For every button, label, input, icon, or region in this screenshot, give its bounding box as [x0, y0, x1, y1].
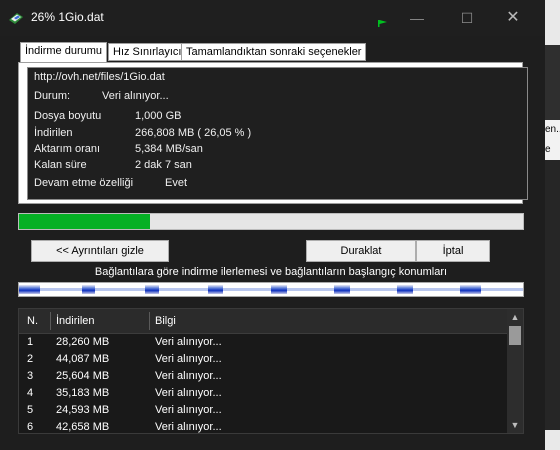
connection-segment	[208, 285, 223, 294]
connection-segment	[271, 285, 287, 294]
download-url: http://ovh.net/files/1Gio.dat	[34, 71, 165, 83]
state-value: Veri alınıyor...	[102, 90, 169, 102]
scrollbar-thumb[interactable]	[509, 326, 521, 345]
tab-on-completion-options[interactable]: Tamamlandıktan sonraki seçenekler	[181, 43, 367, 61]
cell-info: Veri alınıyor...	[155, 353, 222, 365]
vertical-scrollbar[interactable]: ▲ ▼	[507, 309, 523, 433]
state-label: Durum:	[34, 90, 71, 102]
downloaded-label: İndirilen	[34, 127, 73, 139]
resume-capability-label: Devam etme özelliği	[34, 177, 134, 189]
green-flag-icon	[378, 20, 387, 27]
background-window-panel	[545, 430, 560, 450]
maximize-button[interactable]: ☐	[452, 8, 482, 28]
table-row[interactable]: 1 28,260 MB Veri alınıyor...	[19, 334, 507, 351]
download-progress-fill	[19, 214, 151, 229]
hide-details-button[interactable]: << Ayrıntıları gizle	[31, 240, 169, 262]
background-window: en.. e	[545, 0, 560, 450]
cell-downloaded: 42,658 MB	[56, 421, 110, 433]
column-separator	[149, 312, 150, 330]
cell-number: 2	[27, 353, 34, 365]
time-left-label: Kalan süre	[34, 159, 87, 171]
cell-downloaded: 24,593 MB	[56, 404, 110, 416]
idm-download-icon	[9, 13, 23, 24]
cell-downloaded: 35,183 MB	[56, 387, 110, 399]
connection-segment	[145, 285, 159, 294]
table-header: N. İndirilen Bilgi	[19, 309, 507, 334]
tab-download-status[interactable]: İndirme durumu	[20, 42, 108, 63]
file-size-value: 1,000 GB	[135, 110, 182, 122]
time-left-value: 2 dak 7 san	[135, 159, 192, 171]
close-button[interactable]: ✕	[498, 8, 528, 28]
table-row[interactable]: 3 25,604 MB Veri alınıyor...	[19, 368, 507, 385]
transfer-rate-value: 5,384 MB/san	[135, 143, 203, 155]
cell-info: Veri alınıyor...	[155, 421, 222, 433]
scroll-down-arrow-icon[interactable]: ▼	[507, 417, 523, 433]
connection-segment	[82, 285, 95, 294]
cell-number: 6	[27, 421, 34, 433]
cell-number: 5	[27, 404, 34, 416]
connection-segment	[19, 285, 40, 294]
column-separator	[50, 312, 51, 330]
transfer-rate-label: Aktarım oranı	[34, 143, 101, 155]
cancel-button[interactable]: İptal	[416, 240, 490, 262]
title-bar: 26% 1Gio.dat — ☐ ✕	[0, 0, 545, 36]
cell-downloaded: 25,604 MB	[56, 370, 110, 382]
file-size-label: Dosya boyutu	[34, 110, 102, 122]
background-window-text: en.. e	[545, 120, 560, 160]
table-row[interactable]: 6 42,658 MB Veri alınıyor...	[19, 419, 507, 433]
cell-info: Veri alınıyor...	[155, 336, 222, 348]
window-title: 26% 1Gio.dat	[31, 10, 104, 24]
column-header-downloaded[interactable]: İndirilen	[56, 309, 95, 333]
cell-downloaded: 28,260 MB	[56, 336, 110, 348]
column-header-info[interactable]: Bilgi	[155, 309, 176, 333]
pause-button[interactable]: Duraklat	[306, 240, 416, 262]
tab-speed-limiter[interactable]: Hız Sınırlayıcı	[108, 43, 187, 61]
connection-segment	[334, 285, 350, 294]
cell-number: 1	[27, 336, 34, 348]
connection-segment	[397, 285, 413, 294]
minimize-button[interactable]: —	[402, 8, 432, 28]
connections-caption: Bağlantılara göre indirme ilerlemesi ve …	[94, 266, 448, 278]
cell-downloaded: 44,087 MB	[56, 353, 110, 365]
background-window-panel	[545, 0, 560, 45]
background-window-panel	[545, 160, 560, 430]
resume-capability-value: Evet	[165, 177, 188, 189]
download-progress-bar	[18, 213, 524, 230]
cell-number: 4	[27, 387, 34, 399]
cell-info: Veri alınıyor...	[155, 370, 222, 382]
column-header-number[interactable]: N.	[27, 309, 38, 333]
table-row[interactable]: 5 24,593 MB Veri alınıyor...	[19, 402, 507, 419]
background-window-panel	[545, 45, 560, 120]
cell-number: 3	[27, 370, 34, 382]
downloaded-value: 266,808 MB ( 26,05 % )	[135, 127, 252, 139]
table-row[interactable]: 4 35,183 MB Veri alınıyor...	[19, 385, 507, 402]
cell-info: Veri alınıyor...	[155, 404, 222, 416]
scroll-up-arrow-icon[interactable]: ▲	[507, 309, 523, 325]
cell-info: Veri alınıyor...	[155, 387, 222, 399]
connections-table[interactable]: N. İndirilen Bilgi 1 28,260 MB Veri alınıy…	[18, 308, 524, 434]
table-row[interactable]: 2 44,087 MB Veri alınıyor...	[19, 351, 507, 368]
connection-segment	[460, 285, 481, 294]
connections-progress-bar	[18, 282, 524, 297]
